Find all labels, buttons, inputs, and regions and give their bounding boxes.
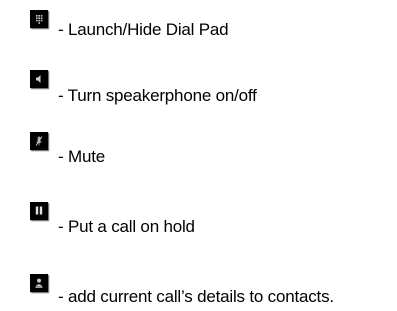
pause-hold-icon [30, 202, 48, 220]
legend-label-mute: - Mute [58, 147, 105, 166]
legend-label-add-contact: - add current call’s details to contacts… [58, 287, 334, 306]
legend-item-mute: - Mute [0, 132, 397, 166]
speaker-icon [30, 70, 48, 88]
add-contact-icon [30, 274, 48, 292]
legend-label-hold: - Put a call on hold [58, 217, 195, 236]
legend-item-hold: - Put a call on hold [0, 202, 397, 236]
legend-item-add-contact: - add current call’s details to contacts… [0, 274, 397, 306]
legend-label-dialpad: - Launch/Hide Dial Pad [58, 20, 229, 39]
legend-item-dialpad: - Launch/Hide Dial Pad [0, 10, 397, 39]
legend-item-speaker: - Turn speakerphone on/off [0, 70, 397, 105]
dialpad-icon [30, 10, 48, 28]
mute-microphone-icon [30, 132, 48, 150]
legend-label-speaker: - Turn speakerphone on/off [58, 86, 257, 105]
